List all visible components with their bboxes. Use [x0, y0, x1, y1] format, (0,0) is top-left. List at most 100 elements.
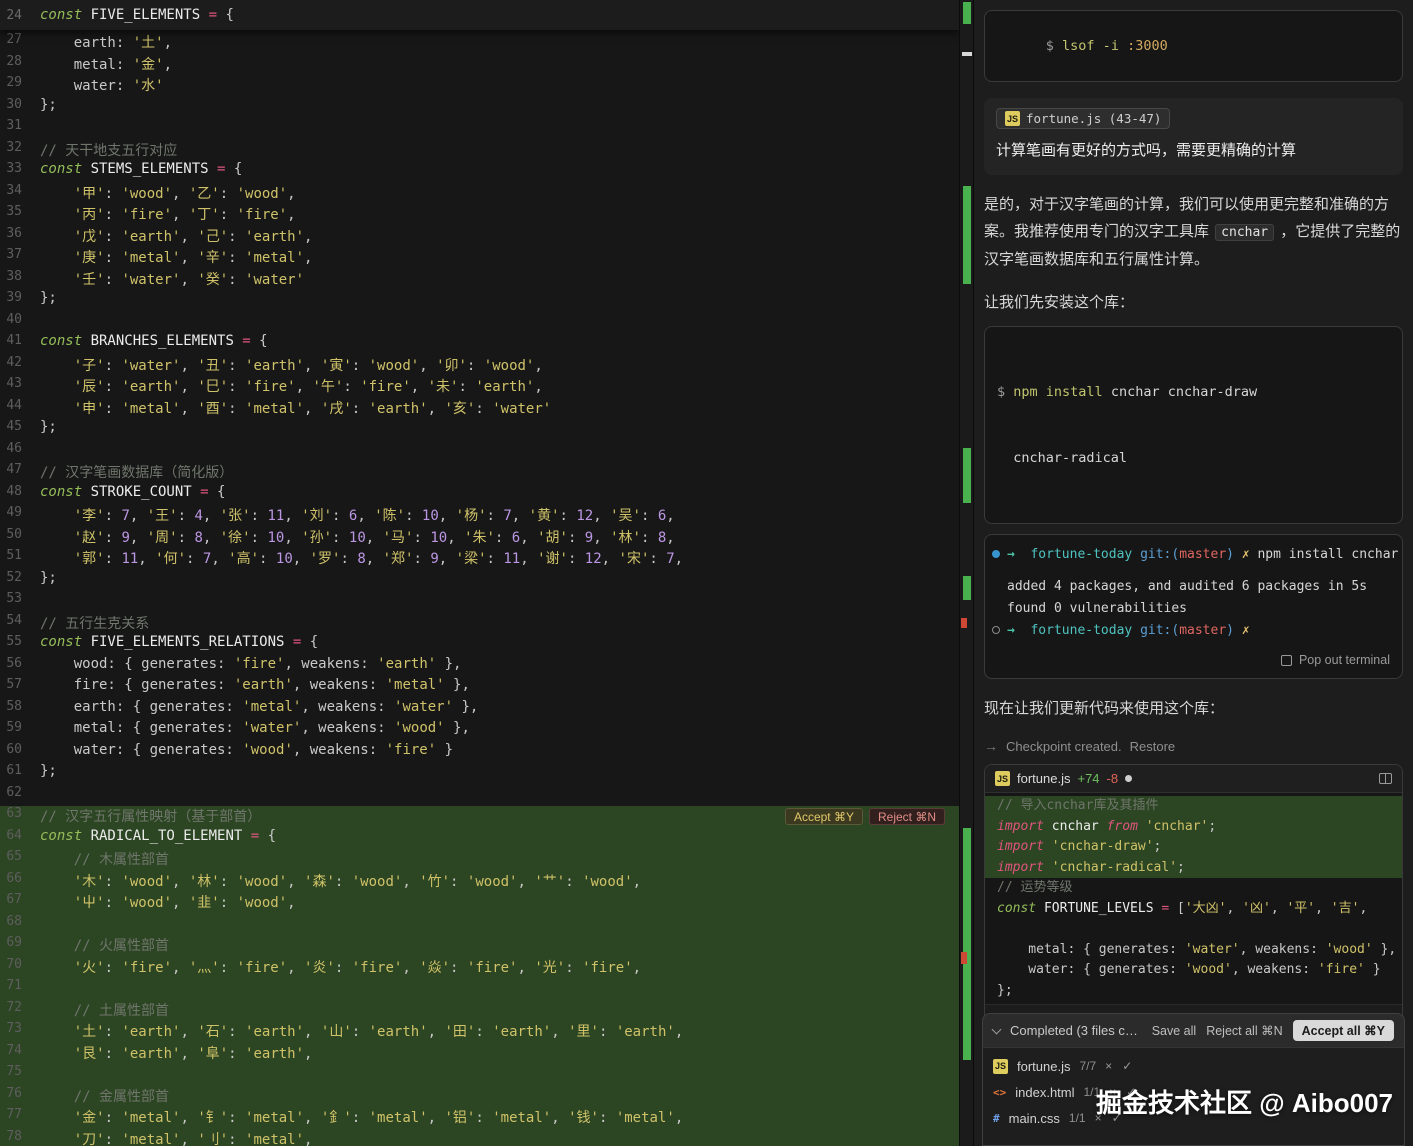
- token: :: [565, 873, 583, 890]
- code-line-36[interactable]: 36 '戊': 'earth', '己': 'earth',: [0, 226, 959, 248]
- code-line-68[interactable]: 68: [0, 913, 959, 935]
- code-editor[interactable]: 27 earth: '土', 28 metal: '金', 29 water: '水…: [0, 0, 959, 1146]
- token: 'fire': [233, 655, 285, 672]
- code-line-39[interactable]: 39};: [0, 290, 959, 312]
- code-line-28[interactable]: 28 metal: '金',: [0, 54, 959, 76]
- token: // 金属性部首: [73, 1088, 170, 1105]
- code-line-53[interactable]: 53: [0, 591, 959, 613]
- code-line-55[interactable]: 55 const FIVE_ELEMENTS_RELATIONS = {: [0, 634, 959, 656]
- code-text: };: [40, 570, 959, 592]
- restore-link[interactable]: Restore: [1130, 739, 1176, 754]
- code-line-42[interactable]: 42 '子': 'water', '丑': 'earth', '寅': 'woo…: [0, 355, 959, 377]
- code-line-52[interactable]: 52};: [0, 570, 959, 592]
- code-line-71[interactable]: 71: [0, 978, 959, 1000]
- token: 'earth': [245, 1045, 305, 1062]
- code-line-77[interactable]: 77 '金': 'metal', '钅': 'metal', '釒': 'met…: [0, 1107, 959, 1129]
- token: :: [405, 508, 422, 524]
- line-number: 40: [6, 311, 22, 327]
- code-line-29[interactable]: 29 water: '水': [0, 75, 959, 97]
- reject-all-button[interactable]: Reject all ⌘N: [1206, 1023, 1282, 1038]
- token: 'fire': [385, 741, 437, 758]
- code-line-61[interactable]: 61};: [0, 763, 959, 785]
- code-line-49[interactable]: 49 '李': 7, '王': 4, '张': 11, '刘': 6, '陈':…: [0, 505, 959, 527]
- code-line-46[interactable]: 46: [0, 441, 959, 463]
- token: 'metal': [385, 677, 445, 693]
- token: '罗': [309, 551, 341, 567]
- pop-out-terminal-link[interactable]: Pop out terminal: [985, 641, 1402, 676]
- code-line-50[interactable]: 50 '赵': 9, '周': 8, '徐': 10, '孙': 10, '马'…: [0, 527, 959, 549]
- code-text: };: [40, 290, 959, 312]
- context-file-chip[interactable]: JS fortune.js (43-47): [996, 108, 1171, 129]
- code-line-60[interactable]: 60 water: { generates: 'wood', weakens: …: [0, 742, 959, 764]
- accept-button[interactable]: Accept ⌘Y: [784, 808, 863, 825]
- code-line-43[interactable]: 43 '辰': 'earth', '巳': 'fire', '午': 'fire…: [0, 376, 959, 398]
- code-line-64[interactable]: 64 const RADICAL_TO_ELEMENT = {: [0, 827, 959, 849]
- code-line-63[interactable]: 63 // 汉字五行属性映射（基于部首） Accept ⌘Y Reject ⌘N: [0, 806, 959, 828]
- open-diff-icon[interactable]: [1379, 773, 1392, 784]
- code-line-40[interactable]: 40: [0, 312, 959, 334]
- token: '申': [73, 400, 105, 417]
- terminal-output-block[interactable]: → fortune-today git:(master) ✗ npm insta…: [984, 534, 1403, 679]
- code-line-31[interactable]: 31: [0, 118, 959, 140]
- code-line-56[interactable]: 56 wood: { generates: 'fire', weakens: '…: [0, 656, 959, 678]
- code-line-62[interactable]: 62: [0, 785, 959, 807]
- code-line-59[interactable]: 59 metal: { generates: 'water', weakens:…: [0, 720, 959, 742]
- code-line-48[interactable]: 48 const STROKE_COUNT = {: [0, 484, 959, 506]
- code-line-32[interactable]: 32 // 天干地支五行对应: [0, 140, 959, 162]
- accept-all-button[interactable]: Accept all ⌘Y: [1292, 1020, 1394, 1041]
- chevron-down-icon[interactable]: [991, 1024, 1002, 1034]
- code-line-75[interactable]: 75: [0, 1064, 959, 1086]
- code-line-44[interactable]: 44 '申': 'metal', '酉': 'metal', '戌': 'ear…: [0, 398, 959, 420]
- code-line-34[interactable]: 34 '甲': 'wood', '乙': 'wood',: [0, 183, 959, 205]
- ruler-mark-green: [963, 2, 971, 24]
- token: water: { generates:: [40, 741, 243, 758]
- accept-file-icon[interactable]: ✓: [1122, 1059, 1132, 1073]
- token: :: [104, 250, 122, 266]
- code-line-38[interactable]: 38 '壬': 'water', '癸': 'water': [0, 269, 959, 291]
- diff-card-header[interactable]: JS fortune.js +74 -8: [985, 765, 1402, 793]
- code-line-69[interactable]: 69 // 火属性部首: [0, 935, 959, 957]
- code-line-74[interactable]: 74 '艮': 'earth', '阜': 'earth',: [0, 1042, 959, 1064]
- code-line-45[interactable]: 45};: [0, 419, 959, 441]
- token: ,: [211, 551, 229, 567]
- sticky-scroll-line[interactable]: 24 const FIVE_ELEMENTS = {: [0, 0, 959, 30]
- reject-file-icon[interactable]: ×: [1105, 1059, 1112, 1073]
- npm-install-block[interactable]: $ npm install cnchar cnchar-draw cnchar-…: [984, 326, 1403, 524]
- overview-ruler[interactable]: [959, 0, 973, 1146]
- code-line-27[interactable]: 27 earth: '土',: [0, 32, 959, 54]
- code-line-70[interactable]: 70 '火': 'fire', '灬': 'fire', '炎': 'fire'…: [0, 956, 959, 978]
- code-line-72[interactable]: 72 // 土属性部首: [0, 999, 959, 1021]
- code-line-33[interactable]: 33 const STEMS_ELEMENTS = {: [0, 161, 959, 183]
- code-line-66[interactable]: 66 '木': 'wood', '林': 'wood', '森': 'wood'…: [0, 870, 959, 892]
- code-line-41[interactable]: 41 const BRANCHES_ELEMENTS = {: [0, 333, 959, 355]
- assistant-paragraph-3: 现在让我们更新代码来使用这个库：: [984, 700, 1225, 717]
- code-line-73[interactable]: 73 '土': 'earth', '石': 'earth', '山': 'ear…: [0, 1021, 959, 1043]
- sticky-line-number: 24: [6, 7, 22, 23]
- code-line-67[interactable]: 67 '屮': 'wood', '韭': 'wood',: [0, 892, 959, 914]
- code-line-30[interactable]: 30};: [0, 97, 959, 119]
- code-line-65[interactable]: 65 // 木属性部首: [0, 849, 959, 871]
- code-line-35[interactable]: 35 '丙': 'fire', '丁': 'fire',: [0, 204, 959, 226]
- line-number: 74: [6, 1042, 22, 1058]
- code-text: '子': 'water', '丑': 'earth', '寅': 'wood',…: [40, 355, 959, 377]
- code-line-58[interactable]: 58 earth: { generates: 'metal', weakens:…: [0, 699, 959, 721]
- terminal-command-box[interactable]: $ lsof -i :3000: [984, 10, 1403, 82]
- code-line-51[interactable]: 51 '郭': 11, '何': 7, '高': 10, '罗': 8, '郑'…: [0, 548, 959, 570]
- token: import: [997, 859, 1052, 875]
- save-all-button[interactable]: Save all: [1152, 1024, 1196, 1038]
- token: lsof -i: [1062, 38, 1128, 54]
- code-line-57[interactable]: 57 fire: { generates: 'earth', weakens: …: [0, 677, 959, 699]
- line-number: 47: [6, 462, 22, 477]
- reject-button[interactable]: Reject ⌘N: [868, 808, 945, 825]
- diff-file-name: fortune.js: [1017, 771, 1071, 786]
- code-line-47[interactable]: 47 // 汉字笔画数据库（简化版）: [0, 462, 959, 484]
- code-line-37[interactable]: 37 '庚': 'metal', '辛': 'metal',: [0, 247, 959, 269]
- token: const: [40, 161, 91, 177]
- code-line-76[interactable]: 76 // 金属性部首: [0, 1085, 959, 1107]
- file-row-fortune.js[interactable]: JS fortune.js 7/7 × ✓: [993, 1053, 1394, 1079]
- token: , weakens:: [301, 698, 395, 715]
- token: '亥': [444, 400, 476, 417]
- code-line-78[interactable]: 78 '刀': 'metal', '刂': 'metal',: [0, 1128, 959, 1146]
- code-line-54[interactable]: 54 // 五行生克关系: [0, 613, 959, 635]
- line-number: 53: [6, 591, 22, 606]
